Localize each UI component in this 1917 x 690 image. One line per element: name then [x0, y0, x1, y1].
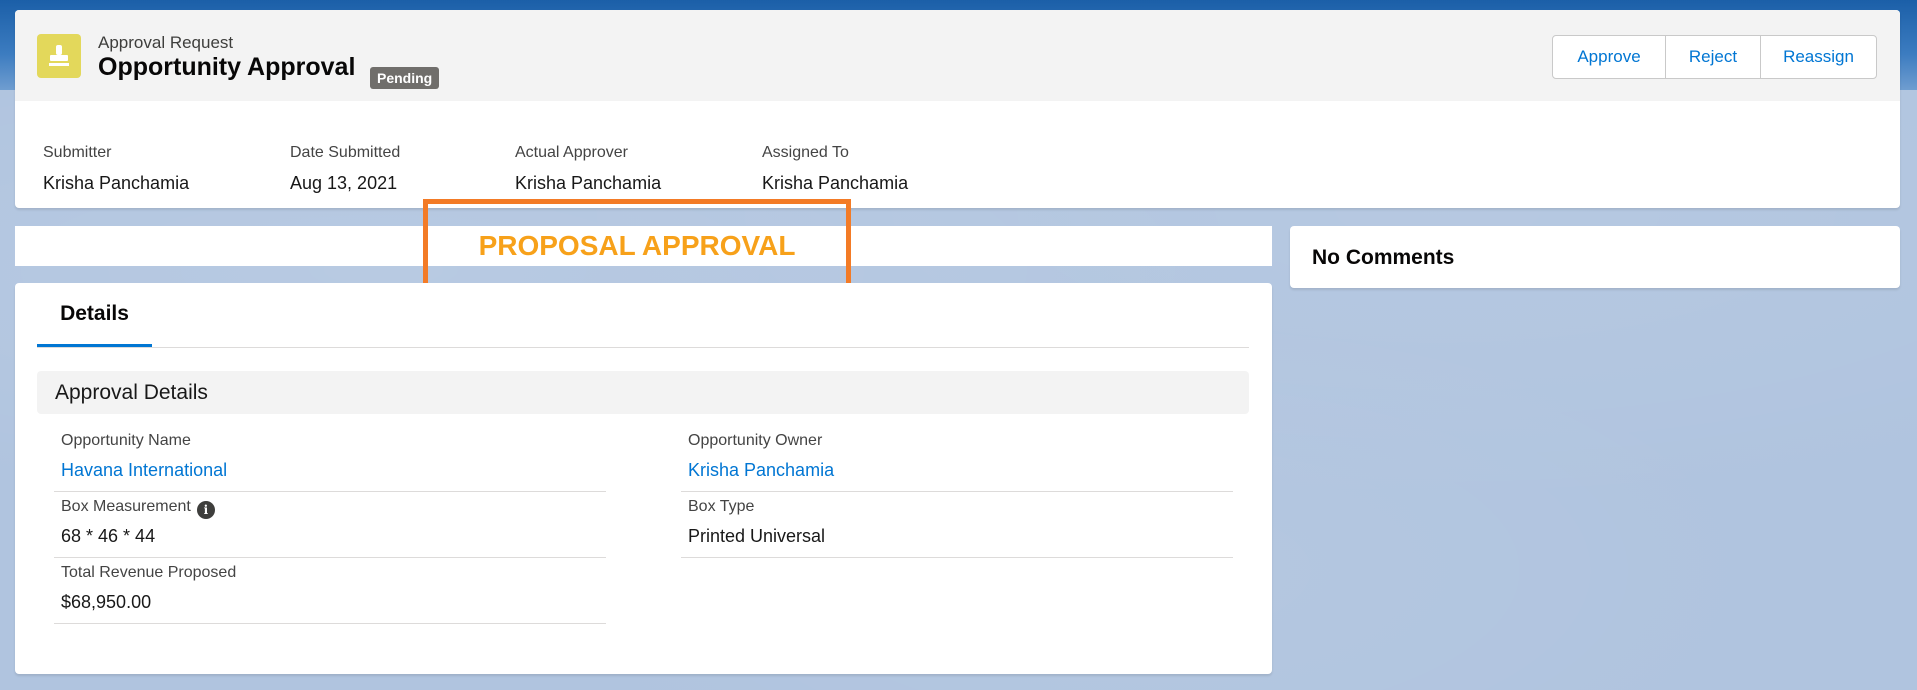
box-measurement-field: Box Measurement i 68 * 46 * 44 [54, 491, 606, 558]
approval-actions: Approve Reject Reassign [1552, 35, 1877, 79]
opportunity-owner-label: Opportunity Owner [688, 432, 823, 449]
box-type-value: Printed Universal [688, 526, 826, 546]
approve-button[interactable]: Approve [1553, 36, 1666, 78]
reject-button[interactable]: Reject [1666, 36, 1761, 78]
date-submitted-field: Date Submitted Aug 13, 2021 [290, 144, 400, 194]
comments-card: No Comments [1290, 226, 1900, 288]
status-badge: Pending [370, 67, 440, 89]
approval-header-card: Approval Request Opportunity Approval Pe… [15, 10, 1900, 208]
section-title: Approval Details [55, 381, 208, 404]
submitter-field: Submitter Krisha Panchamia [43, 144, 189, 194]
date-submitted-label: Date Submitted [290, 144, 401, 161]
actual-approver-value: Krisha Panchamia [515, 173, 662, 193]
opportunity-name-link[interactable]: Havana International [61, 460, 227, 481]
page-title: Opportunity Approval [98, 53, 356, 81]
header-top-bar: Approval Request Opportunity Approval Pe… [15, 10, 1900, 101]
opportunity-owner-field: Opportunity Owner Krisha Panchamia [681, 425, 1233, 492]
approval-details-section[interactable]: Approval Details [37, 371, 1249, 414]
total-revenue-value: $68,950.00 [61, 592, 152, 612]
assigned-to-field: Assigned To Krisha Panchamia [762, 144, 908, 194]
opportunity-name-field: Opportunity Name Havana International [54, 425, 606, 492]
actual-approver-label: Actual Approver [515, 144, 628, 161]
assigned-to-label: Assigned To [762, 144, 849, 161]
record-type-label: Approval Request [98, 33, 234, 52]
date-submitted-value: Aug 13, 2021 [290, 173, 398, 193]
comments-title: No Comments [1312, 246, 1455, 269]
info-icon[interactable]: i [196, 501, 215, 519]
box-measurement-label-row: Box Measurement i [61, 498, 215, 519]
total-revenue-label: Total Revenue Proposed [61, 564, 237, 581]
box-type-label: Box Type [688, 498, 755, 515]
tab-bar: Details [37, 283, 1249, 348]
box-measurement-label: Box Measurement [61, 498, 191, 515]
submitter-value: Krisha Panchamia [43, 173, 190, 193]
box-measurement-value: 68 * 46 * 44 [61, 526, 156, 546]
assigned-to-value: Krisha Panchamia [762, 173, 909, 193]
stamp-icon [37, 34, 81, 78]
banner-title: PROPOSAL APPROVAL [478, 230, 796, 261]
submitter-label: Submitter [43, 144, 112, 161]
opportunity-owner-link[interactable]: Krisha Panchamia [688, 460, 834, 481]
tab-details[interactable]: Details [37, 283, 152, 347]
opportunity-name-label: Opportunity Name [61, 432, 191, 449]
box-type-field: Box Type Printed Universal [681, 491, 1233, 558]
total-revenue-field: Total Revenue Proposed $68,950.00 [54, 557, 606, 624]
actual-approver-field: Actual Approver Krisha Panchamia [515, 144, 661, 194]
details-card: Details Approval Details Opportunity Nam… [15, 283, 1272, 674]
reassign-button[interactable]: Reassign [1761, 36, 1876, 78]
header-fields: Submitter Krisha Panchamia Date Submitte… [15, 101, 1900, 208]
